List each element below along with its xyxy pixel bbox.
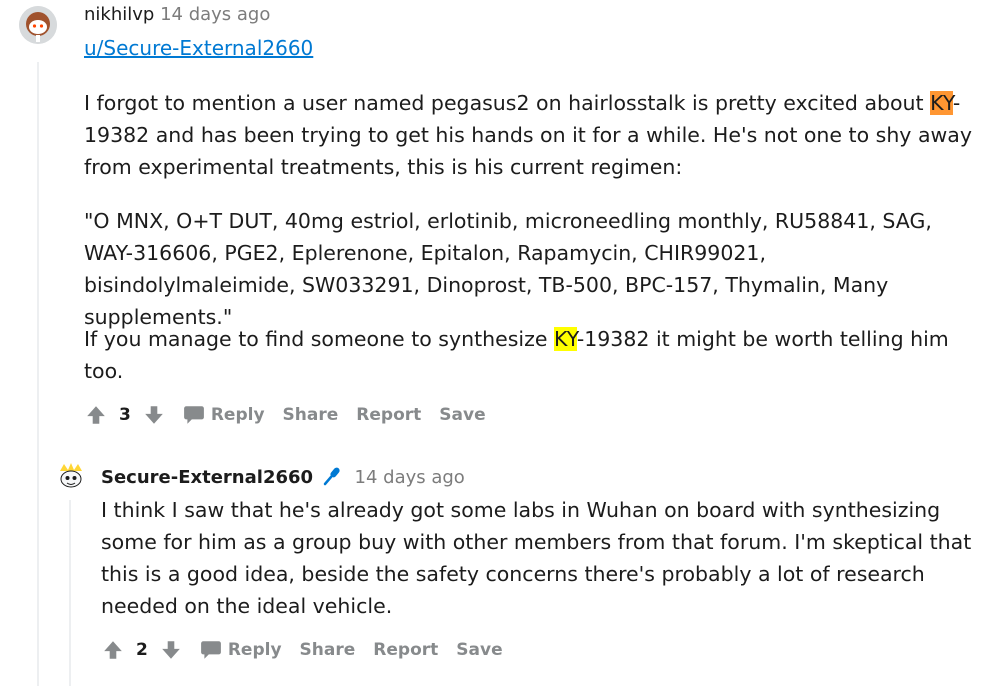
downvote-icon[interactable] (160, 639, 182, 661)
report-button[interactable]: Report (373, 640, 438, 660)
save-button[interactable]: Save (439, 405, 485, 425)
avatar[interactable] (19, 6, 57, 44)
paragraph-text: I think I saw that he's already got some… (101, 498, 972, 618)
comment-actions: 2 Reply Share Report Save (102, 635, 521, 665)
comment-author[interactable]: Secure-External2660 (101, 467, 313, 488)
comment-bubble-icon (200, 641, 221, 659)
upvote-icon[interactable] (102, 639, 124, 661)
comment-meta: Secure-External2660 14 days ago (101, 465, 465, 490)
comment-paragraph-2: "O MNX, O+T DUT, 40mg estriol, erlotinib… (84, 205, 974, 333)
paragraph-text: I forgot to mention a user named pegasus… (84, 91, 931, 115)
vote-score: 2 (136, 640, 148, 660)
comment-timestamp[interactable]: 14 days ago (355, 467, 465, 488)
comment-actions: 3 Reply Share Report Save (85, 400, 504, 430)
comment-paragraph-1: I forgot to mention a user named pegasus… (84, 87, 974, 183)
upvote-icon[interactable] (85, 404, 107, 426)
avatar[interactable] (56, 461, 86, 491)
reply-button[interactable]: Reply (200, 640, 282, 660)
comment-paragraph: I think I saw that he's already got some… (101, 494, 981, 622)
comment-paragraph-3: If you manage to find someone to synthes… (84, 323, 964, 387)
save-button[interactable]: Save (456, 640, 502, 660)
reply-label: Reply (210, 405, 265, 425)
search-highlight: KY (554, 327, 577, 351)
search-highlight: KY (930, 91, 953, 115)
comment-bubble-icon (183, 406, 204, 424)
thread-line-nested[interactable] (69, 500, 71, 686)
comment-author[interactable]: nikhilvp (84, 4, 154, 25)
vote-score: 3 (119, 405, 131, 425)
comment-meta: nikhilvp 14 days ago (84, 3, 270, 27)
paragraph-text: "O MNX, O+T DUT, 40mg estriol, erlotinib… (84, 209, 932, 329)
comment-timestamp[interactable]: 14 days ago (160, 4, 270, 25)
reply-label: Reply (227, 640, 282, 660)
share-button[interactable]: Share (300, 640, 356, 660)
thread-line[interactable] (37, 62, 39, 686)
user-mention-link[interactable]: u/Secure-External2660 (84, 34, 313, 62)
snoo-avatar-icon (56, 461, 86, 491)
reply-button[interactable]: Reply (183, 405, 265, 425)
report-button[interactable]: Report (356, 405, 421, 425)
paragraph-text: If you manage to find someone to synthes… (84, 327, 554, 351)
share-button[interactable]: Share (283, 405, 339, 425)
microphone-icon (323, 467, 340, 486)
snoo-avatar-icon (19, 6, 57, 44)
downvote-icon[interactable] (143, 404, 165, 426)
